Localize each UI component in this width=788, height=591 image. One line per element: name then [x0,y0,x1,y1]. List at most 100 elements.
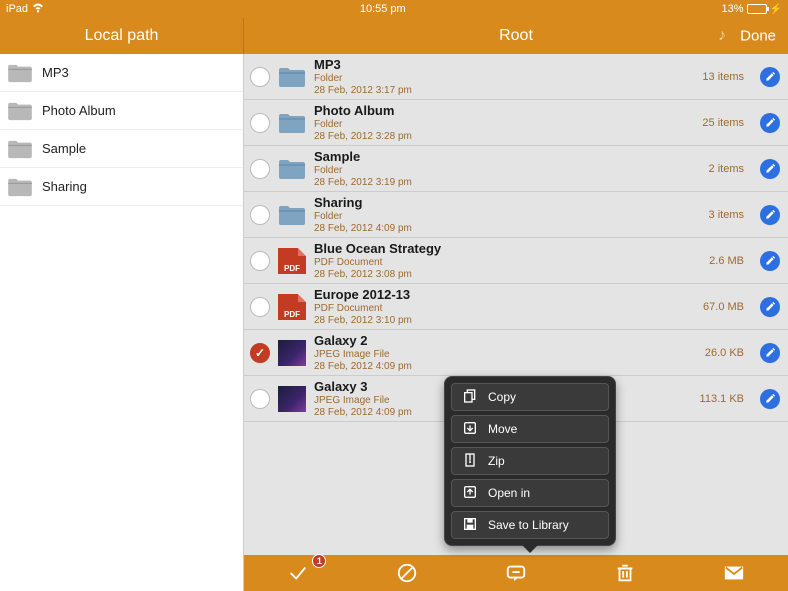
popover-item-openin[interactable]: Open in [451,479,609,507]
folder-icon [6,63,34,83]
header: Local path Root ♪ Done [0,18,788,54]
action-popover: Copy Move Zip Open in Save to Library [444,376,616,546]
row-checkbox[interactable] [250,113,270,133]
folder-icon [278,156,306,182]
header-right-title: Root [244,27,788,45]
device-label: iPad [6,3,28,15]
save-icon [462,516,478,535]
file-row[interactable]: Galaxy 2 JPEG Image File 28 Feb, 2012 4:… [244,330,788,376]
delete-button[interactable] [614,562,636,584]
popover-item-label: Move [488,422,517,436]
row-info: Europe 2012-13 PDF Document 28 Feb, 2012… [314,287,695,326]
select-button[interactable]: 1 [287,562,309,584]
image-thumb [278,386,306,412]
row-info: Blue Ocean Strategy PDF Document 28 Feb,… [314,241,701,280]
pdf-icon: PDF [278,294,306,320]
row-checkbox[interactable] [250,67,270,87]
openin-icon [462,484,478,503]
edit-button[interactable] [760,343,780,363]
row-info: Photo Album Folder 28 Feb, 2012 3:28 pm [314,103,694,142]
row-name: Sample [314,149,701,164]
sidebar-item[interactable]: Photo Album [0,92,243,130]
row-name: Blue Ocean Strategy [314,241,701,256]
row-meta: 3 items [709,209,744,221]
file-row[interactable]: PDF Blue Ocean Strategy PDF Document 28 … [244,238,788,284]
row-type: PDF Document [314,257,701,268]
sidebar-item-label: Photo Album [42,103,116,118]
row-meta: 25 items [702,117,744,129]
row-date: 28 Feb, 2012 3:19 pm [314,177,701,188]
row-name: Sharing [314,195,701,210]
row-info: MP3 Folder 28 Feb, 2012 3:17 pm [314,57,694,96]
file-row[interactable]: Sharing Folder 28 Feb, 2012 4:09 pm 3 it… [244,192,788,238]
edit-button[interactable] [760,389,780,409]
actions-button[interactable] [505,562,527,584]
status-bar: iPad 10:55 pm 13% ⚡ [0,0,788,18]
done-button[interactable]: Done [740,28,776,45]
status-time: 10:55 pm [44,3,721,15]
row-meta: 2.6 MB [709,255,744,267]
popover-item-zip[interactable]: Zip [451,447,609,475]
row-info: Galaxy 2 JPEG Image File 28 Feb, 2012 4:… [314,333,697,372]
cancel-button[interactable] [396,562,418,584]
popover-item-move[interactable]: Move [451,415,609,443]
row-meta: 26.0 KB [705,347,744,359]
popover-item-save[interactable]: Save to Library [451,511,609,539]
row-type: Folder [314,211,701,222]
edit-button[interactable] [760,297,780,317]
file-row[interactable]: MP3 Folder 28 Feb, 2012 3:17 pm 13 items [244,54,788,100]
file-row[interactable]: Photo Album Folder 28 Feb, 2012 3:28 pm … [244,100,788,146]
edit-button[interactable] [760,159,780,179]
row-checkbox[interactable] [250,297,270,317]
row-checkbox[interactable] [250,159,270,179]
folder-icon [6,177,34,197]
row-checkbox[interactable] [250,389,270,409]
file-row[interactable]: PDF Europe 2012-13 PDF Document 28 Feb, … [244,284,788,330]
sidebar: MP3 Photo Album Sample Sharing [0,54,244,591]
header-left-title: Local path [0,18,244,54]
bottom-toolbar: 1 [244,555,788,591]
row-date: 28 Feb, 2012 4:09 pm [314,223,701,234]
row-name: Photo Album [314,103,694,118]
row-date: 28 Feb, 2012 3:10 pm [314,315,695,326]
sidebar-item-label: Sample [42,141,86,156]
row-date: 28 Feb, 2012 4:09 pm [314,361,697,372]
battery-icon [747,4,767,14]
popover-item-label: Open in [488,486,530,500]
file-row[interactable]: Sample Folder 28 Feb, 2012 3:19 pm 2 ite… [244,146,788,192]
row-type: Folder [314,165,701,176]
row-checkbox[interactable] [250,343,270,363]
popover-item-copy[interactable]: Copy [451,383,609,411]
edit-button[interactable] [760,205,780,225]
row-checkbox[interactable] [250,251,270,271]
mail-button[interactable] [723,562,745,584]
row-type: PDF Document [314,303,695,314]
selection-badge: 1 [312,554,326,568]
row-checkbox[interactable] [250,205,270,225]
row-name: Galaxy 2 [314,333,697,348]
image-thumb [278,340,306,366]
row-name: MP3 [314,57,694,72]
row-name: Europe 2012-13 [314,287,695,302]
row-meta: 113.1 KB [700,393,744,405]
row-date: 28 Feb, 2012 3:28 pm [314,131,694,142]
edit-button[interactable] [760,113,780,133]
folder-icon [6,101,34,121]
sidebar-item[interactable]: MP3 [0,54,243,92]
wifi-icon [32,3,44,16]
battery-percent: 13% [722,3,744,15]
pdf-icon: PDF [278,248,306,274]
row-info: Sample Folder 28 Feb, 2012 3:19 pm [314,149,701,188]
row-date: 28 Feb, 2012 3:08 pm [314,269,701,280]
edit-button[interactable] [760,67,780,87]
row-type: Folder [314,119,694,130]
folder-icon [278,202,306,228]
sidebar-item[interactable]: Sharing [0,168,243,206]
music-icon[interactable]: ♪ [718,27,726,45]
sidebar-item[interactable]: Sample [0,130,243,168]
folder-icon [278,110,306,136]
row-date: 28 Feb, 2012 3:17 pm [314,85,694,96]
edit-button[interactable] [760,251,780,271]
row-type: Folder [314,73,694,84]
sidebar-item-label: MP3 [42,65,69,80]
